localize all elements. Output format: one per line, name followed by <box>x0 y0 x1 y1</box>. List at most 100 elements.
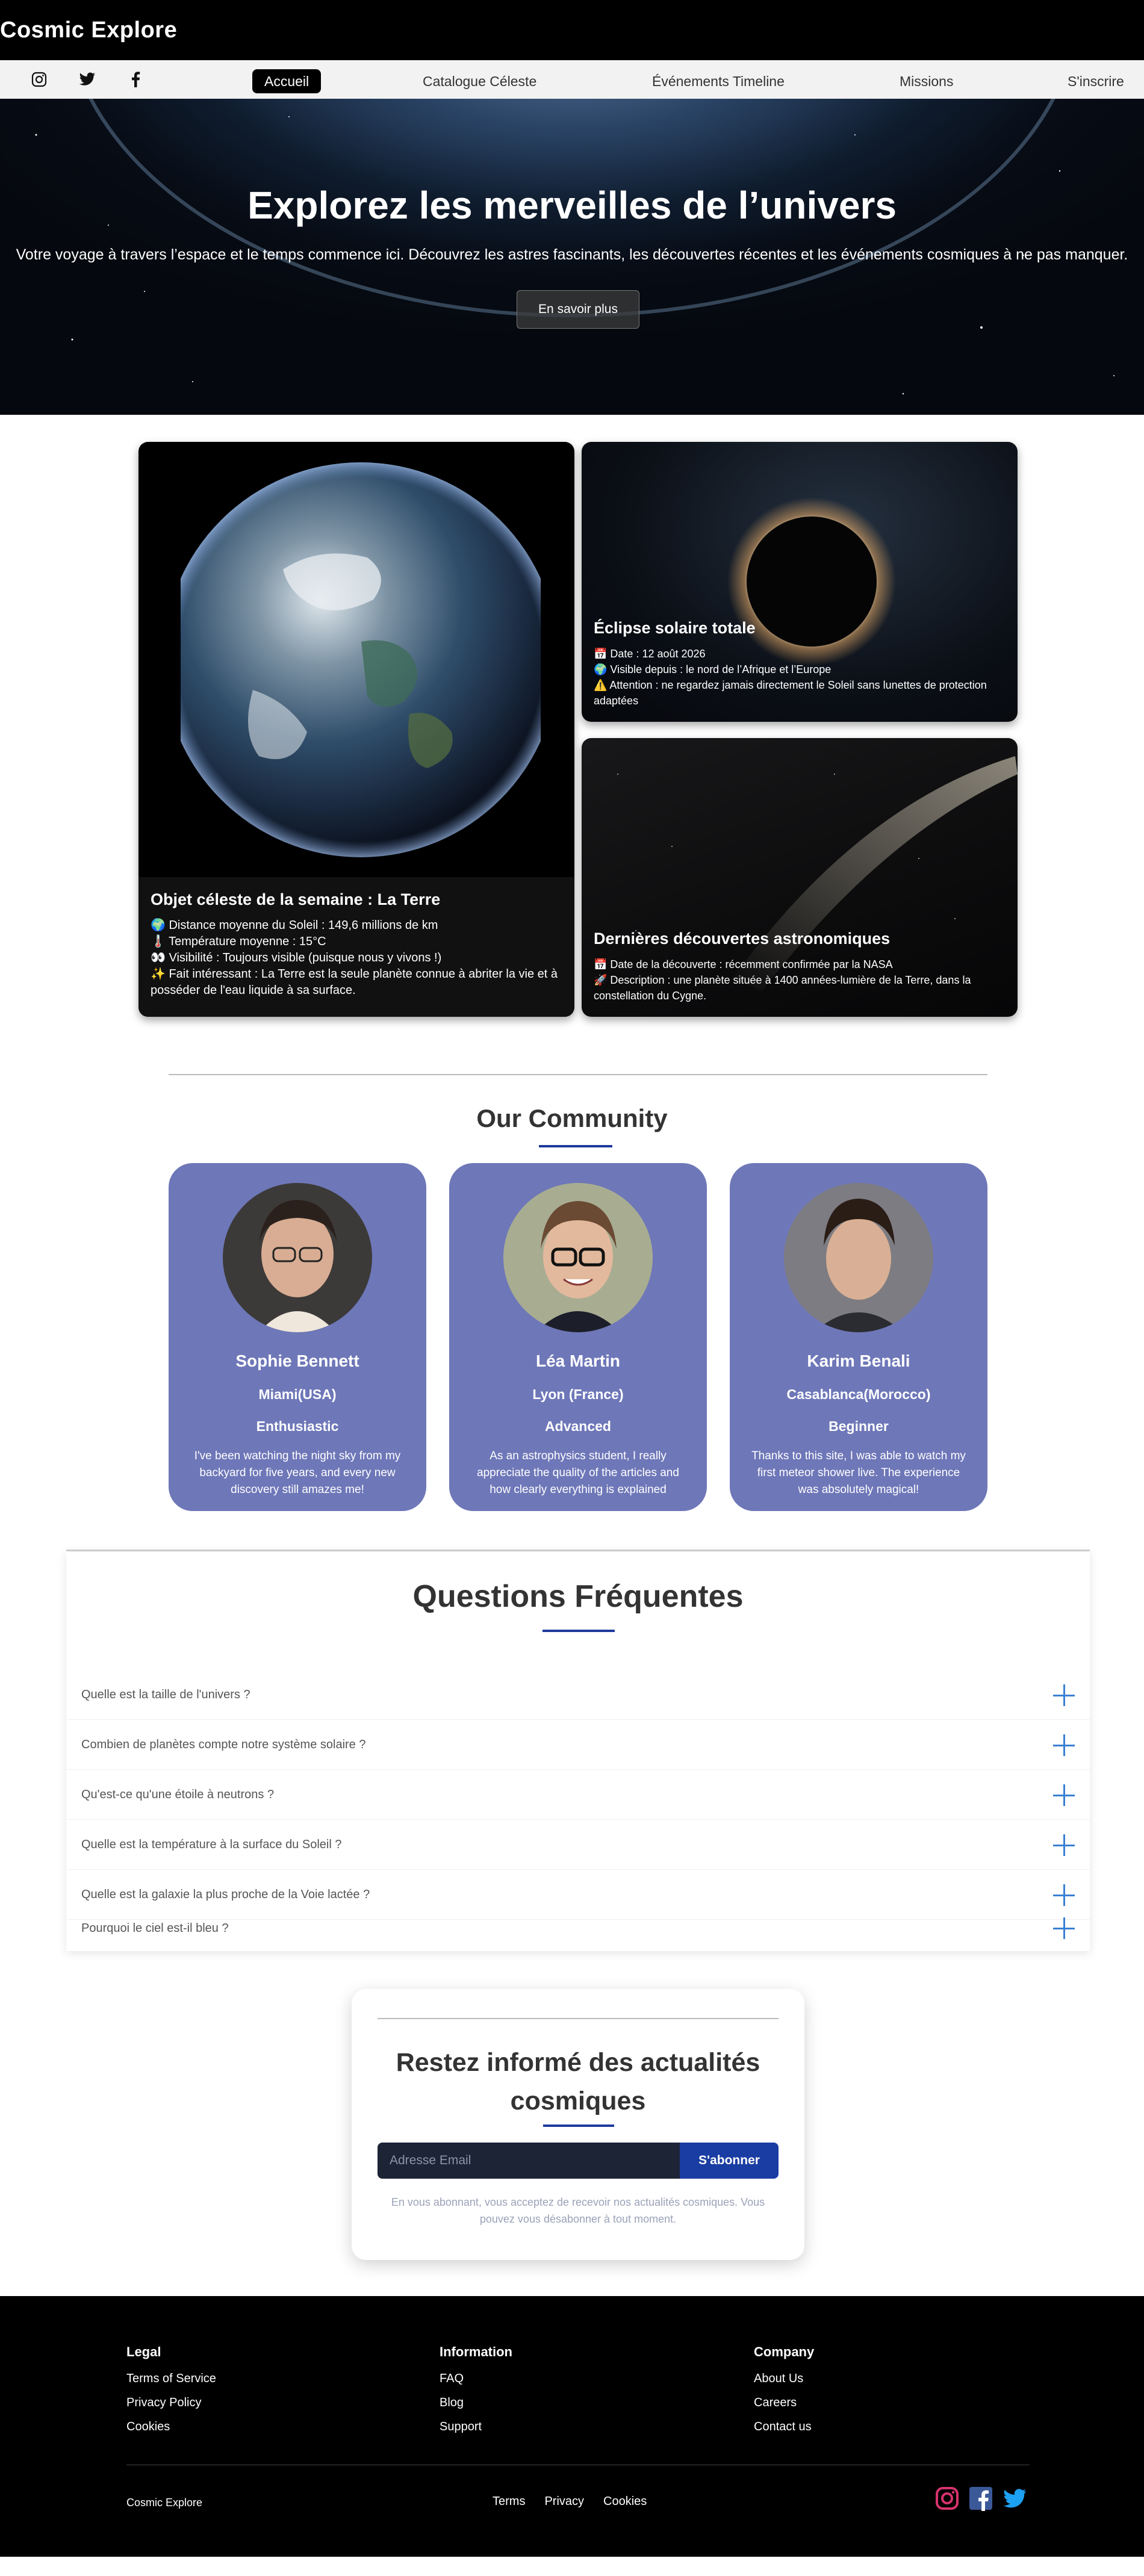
footer-link[interactable]: About Us <box>754 2372 814 2386</box>
discovery-card[interactable]: Dernières découvertes astronomiques 📅 Da… <box>582 738 1018 1017</box>
hero-subtitle: Votre voyage à travers l’espace et le te… <box>16 246 1128 263</box>
earth-fact-distance: 🌍 Distance moyenne du Soleil : 149,6 mil… <box>151 919 438 932</box>
newsletter-note: En vous abonnant, vous acceptez de recev… <box>391 2196 765 2225</box>
member-level: Enthusiastic <box>256 1418 339 1434</box>
earth-card[interactable]: Objet céleste de la semaine : La Terre 🌍… <box>138 442 574 1017</box>
plus-icon[interactable] <box>1053 1884 1075 1906</box>
brand-title[interactable]: Cosmic Explore <box>0 17 177 43</box>
eclipse-date: 📅 Date : 12 août 2026 <box>594 648 706 660</box>
footer-brand: Cosmic Explore <box>126 2497 203 2509</box>
footer-bottom-link[interactable]: Terms <box>493 2495 525 2509</box>
eclipse-card[interactable]: Éclipse solaire totale 📅 Date : 12 août … <box>582 442 1018 722</box>
footer-link[interactable]: FAQ <box>440 2372 512 2386</box>
title-underline <box>542 1630 615 1632</box>
discovery-date: 📅 Date de la découverte : récemment conf… <box>594 958 893 970</box>
community-card: Léa Martin Lyon (France) Advanced As an … <box>449 1163 707 1511</box>
nav-links: Accueil Catalogue Céleste Événements Tim… <box>0 60 1144 99</box>
faq-item[interactable]: Combien de planètes compte notre système… <box>66 1721 1090 1770</box>
member-level: Advanced <box>545 1418 611 1434</box>
facebook-icon[interactable] <box>968 2486 993 2511</box>
hero-section: Explorez les merveilles de l’univers Vot… <box>0 99 1144 415</box>
faq-item[interactable]: Qu'est-ce qu'une étoile à neutrons ? <box>66 1771 1090 1820</box>
title-underline <box>543 2124 614 2127</box>
eclipse-warning: ⚠️ Attention : ne regardez jamais direct… <box>594 679 987 707</box>
footer: Legal Terms of Service Privacy Policy Co… <box>0 2296 1144 2557</box>
footer-heading: Legal <box>126 2344 161 2359</box>
plus-icon[interactable] <box>1053 1734 1075 1756</box>
footer-link[interactable]: Terms of Service <box>126 2372 216 2386</box>
earth-card-title: Objet céleste de la semaine : La Terre <box>151 890 441 908</box>
member-name: Sophie Bennett <box>235 1352 359 1370</box>
discovery-card-title: Dernières découvertes astronomiques <box>594 930 891 948</box>
faq-section: Questions Fréquentes Quelle est la taill… <box>0 1550 1144 1989</box>
navbar: Accueil Catalogue Céleste Événements Tim… <box>0 60 1144 99</box>
twitter-icon[interactable] <box>1002 2486 1027 2511</box>
nav-link-inscrire[interactable]: S'inscrire <box>1068 69 1124 93</box>
earth-fact-visibility: 👀 Visibilité : Toujours visible (puisque… <box>151 951 442 964</box>
footer-column-company: Company About Us Careers Contact us <box>754 2344 814 2444</box>
featured-cards: Objet céleste de la semaine : La Terre 🌍… <box>0 415 1144 1047</box>
nav-link-missions[interactable]: Missions <box>900 69 953 93</box>
member-quote: As an astrophysics student, I really app… <box>477 1450 679 1496</box>
footer-link[interactable]: Careers <box>754 2396 814 2410</box>
subscribe-button[interactable]: S'abonner <box>680 2143 779 2179</box>
member-quote: Thanks to this site, I was able to watch… <box>751 1450 966 1496</box>
member-quote: I've been watching the night sky from my… <box>194 1450 401 1496</box>
faq-title: Questions Fréquentes <box>412 1579 744 1614</box>
member-level: Beginner <box>828 1418 889 1434</box>
footer-heading: Information <box>440 2344 512 2359</box>
avatar <box>503 1183 653 1332</box>
footer-link[interactable]: Cookies <box>126 2420 216 2434</box>
faq-question: Quelle est la galaxie la plus proche de … <box>81 1888 370 1901</box>
footer-social-icons <box>934 2486 1036 2511</box>
newsletter-card: Restez informé des actualités cosmiques … <box>352 1989 804 2260</box>
footer-bottom-link[interactable]: Privacy <box>544 2495 584 2509</box>
discovery-description: 🚀 Description : une planète située à 140… <box>594 974 971 1002</box>
plus-icon[interactable] <box>1053 1834 1075 1856</box>
newsletter-title: Restez informé des actualités cosmiques <box>396 2048 760 2115</box>
faq-item[interactable]: Pourquoi le ciel est-il bleu ? <box>66 1904 1090 1953</box>
earth-image <box>181 462 541 857</box>
faq-question: Quelle est la taille de l'univers ? <box>81 1688 250 1701</box>
faq-item[interactable]: Quelle est la température à la surface d… <box>66 1820 1090 1870</box>
earth-caption: Objet céleste de la semaine : La Terre 🌍… <box>138 877 574 1017</box>
plus-icon[interactable] <box>1053 1917 1075 1939</box>
plus-icon[interactable] <box>1053 1684 1075 1706</box>
faq-question: Pourquoi le ciel est-il bleu ? <box>81 1921 229 1935</box>
eclipse-caption: Éclipse solaire totale 📅 Date : 12 août … <box>582 619 1018 722</box>
footer-link[interactable]: Support <box>440 2420 512 2434</box>
community-card: Sophie Bennett Miami(USA) Enthusiastic I… <box>169 1163 426 1511</box>
email-input[interactable]: Adresse Email <box>378 2143 680 2179</box>
avatar <box>784 1183 933 1332</box>
eclipse-card-title: Éclipse solaire totale <box>594 619 756 637</box>
faq-panel: Questions Fréquentes Quelle est la taill… <box>66 1550 1090 1951</box>
earth-fact-interesting: ✨ Fait intéressant : La Terre est la seu… <box>151 967 558 997</box>
hero-title: Explorez les merveilles de l’univers <box>247 184 897 227</box>
faq-question: Qu'est-ce qu'une étoile à neutrons ? <box>81 1788 275 1801</box>
community-card: Karim Benali Casablanca(Morocco) Beginne… <box>730 1163 987 1511</box>
title-underline <box>539 1145 612 1147</box>
member-location: Casablanca(Morocco) <box>786 1386 931 1402</box>
community-section: Our Community Sophie Bennett Miami(USA) … <box>0 1047 1144 1550</box>
footer-link[interactable]: Privacy Policy <box>126 2396 216 2410</box>
faq-item[interactable]: Quelle est la taille de l'univers ? <box>66 1671 1090 1720</box>
divider <box>169 1074 987 1075</box>
footer-link[interactable]: Blog <box>440 2396 512 2410</box>
member-location: Miami(USA) <box>258 1386 337 1402</box>
footer-bottom-links: Terms Privacy Cookies <box>493 2495 666 2509</box>
plus-icon[interactable] <box>1053 1784 1075 1806</box>
faq-question: Combien de planètes compte notre système… <box>81 1738 366 1751</box>
member-location: Lyon (France) <box>532 1386 624 1402</box>
nav-link-evenements[interactable]: Événements Timeline <box>652 69 785 93</box>
footer-bottom-link[interactable]: Cookies <box>603 2495 647 2509</box>
footer-link[interactable]: Contact us <box>754 2420 814 2434</box>
instagram-icon[interactable] <box>934 2486 960 2511</box>
earth-fact-temperature: 🌡️ Température moyenne : 15°C <box>151 935 326 948</box>
newsletter-section: Restez informé des actualités cosmiques … <box>0 1989 1144 2296</box>
learn-more-button[interactable]: En savoir plus <box>517 290 639 329</box>
footer-heading: Company <box>754 2344 815 2359</box>
nav-link-catalogue[interactable]: Catalogue Céleste <box>423 69 536 93</box>
community-title: Our Community <box>476 1104 668 1132</box>
eclipse-visibility: 🌍 Visible depuis : le nord de l’Afrique … <box>594 663 832 675</box>
nav-link-accueil[interactable]: Accueil <box>252 69 322 93</box>
